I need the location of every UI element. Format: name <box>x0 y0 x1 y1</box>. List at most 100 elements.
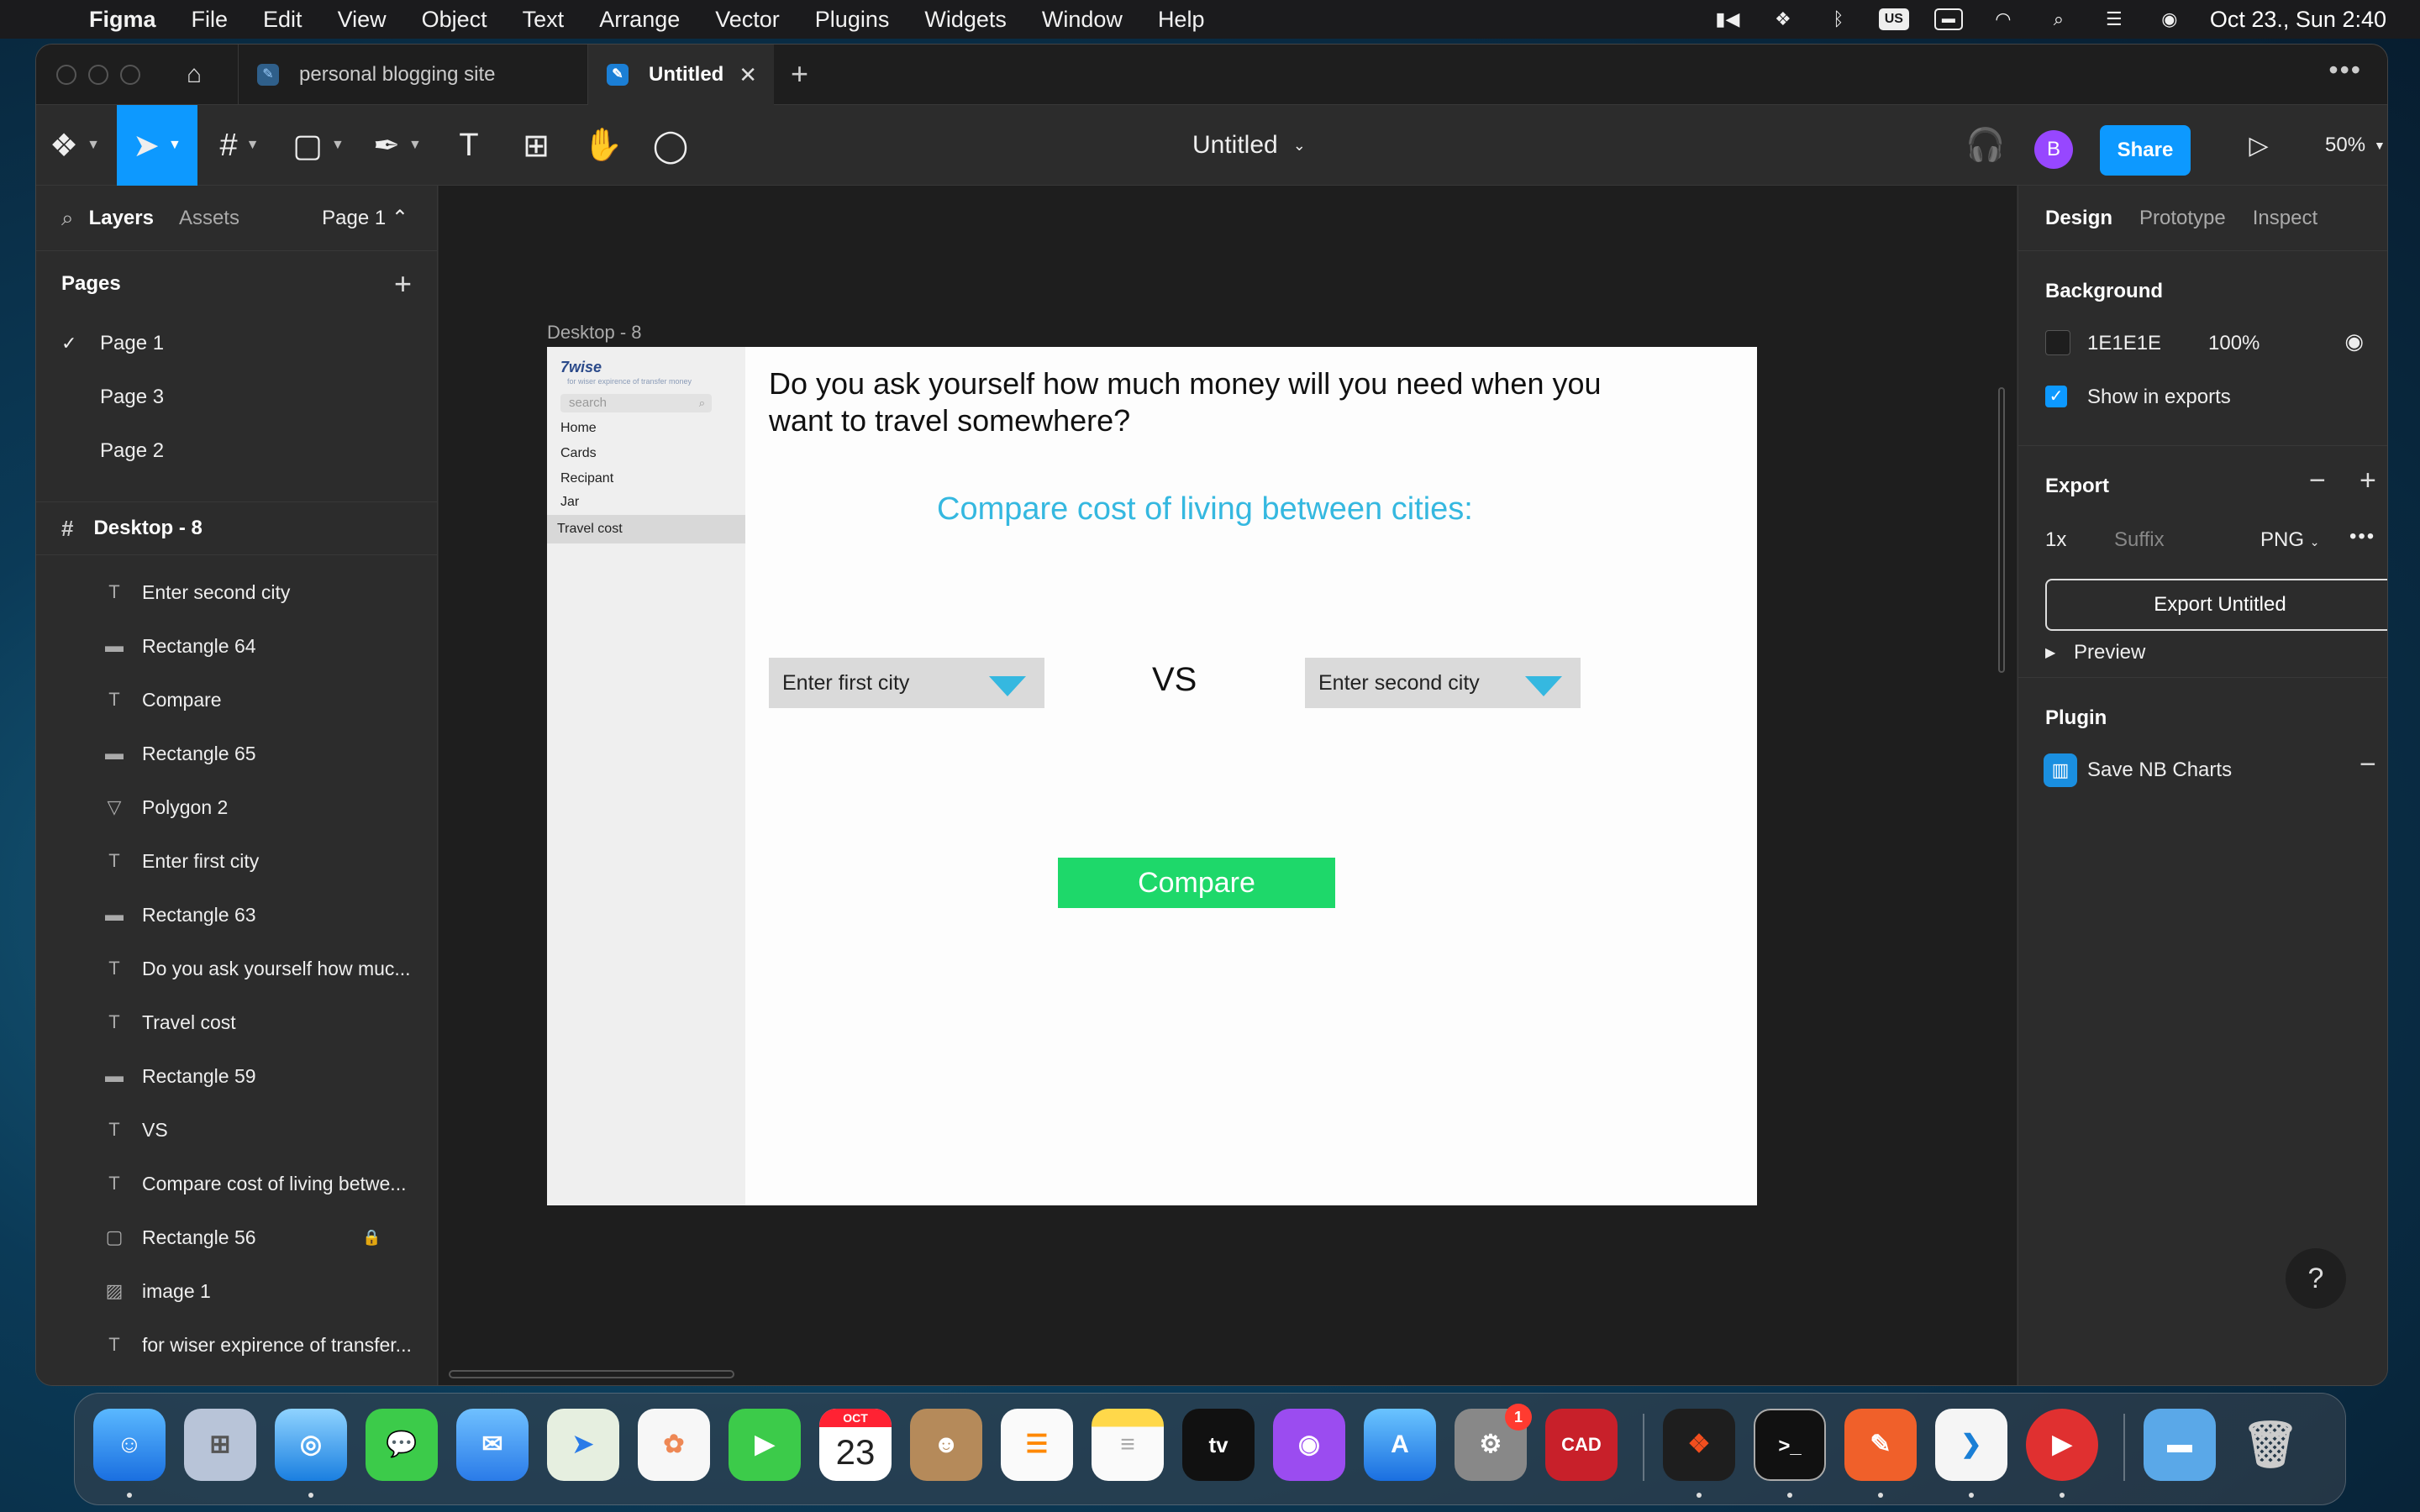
design-sidebar[interactable]: 7wise for wiser expirence of transfer mo… <box>547 347 745 1205</box>
menu-widgets[interactable]: Widgets <box>924 7 1007 33</box>
layer-item[interactable]: ▬ Rectangle 64 <box>36 619 431 673</box>
background-opacity-input[interactable]: 100% <box>2208 332 2260 355</box>
layer-item[interactable]: ▬ Rectangle 65 <box>36 727 431 780</box>
frame-label[interactable]: Desktop - 8 <box>547 322 642 344</box>
design-question-text[interactable]: Do you ask yourself how much money will … <box>769 365 1609 439</box>
mail-icon[interactable]: ✉ <box>456 1409 529 1481</box>
close-tab-icon[interactable]: ✕ <box>739 62 757 88</box>
reminders-icon[interactable]: ☰ <box>1001 1409 1073 1481</box>
menu-view[interactable]: View <box>338 7 387 33</box>
design-nav-cards[interactable]: Cards <box>560 446 597 461</box>
page-item-3[interactable]: Page 3 <box>36 370 437 424</box>
minimize-window-button[interactable] <box>88 65 108 85</box>
contacts-icon[interactable]: ☻ <box>910 1409 982 1481</box>
menu-vector[interactable]: Vector <box>715 7 780 33</box>
layer-item[interactable]: T Enter second city <box>36 565 431 619</box>
finder-icon[interactable]: ☺ <box>93 1409 166 1481</box>
close-window-button[interactable] <box>56 65 76 85</box>
zoom-window-button[interactable] <box>120 65 140 85</box>
tab-layers[interactable]: Layers <box>89 207 154 230</box>
more-icon[interactable]: ••• <box>2328 55 2362 86</box>
photos-icon[interactable]: ✿ <box>638 1409 710 1481</box>
export-suffix-input[interactable]: Suffix <box>2114 528 2165 552</box>
tab-untitled[interactable]: ✎ Untitled ✕ <box>587 45 774 105</box>
terminal-icon[interactable]: >_ <box>1754 1409 1826 1481</box>
show-in-exports-checkbox[interactable]: ✓ <box>2045 386 2067 407</box>
menu-app[interactable]: Figma <box>89 7 156 33</box>
autocad-icon[interactable]: CAD <box>1545 1409 1618 1481</box>
downloads-folder-icon[interactable]: ▬ <box>2144 1409 2216 1481</box>
background-hex-input[interactable]: 1E1E1E <box>2087 332 2161 355</box>
design-second-city-dropdown[interactable]: Enter second city <box>1305 658 1581 708</box>
layer-item[interactable]: T VS <box>36 1103 431 1157</box>
export-scale-select[interactable]: 1x <box>2045 528 2066 552</box>
preview-toggle[interactable]: Preview <box>2074 641 2145 664</box>
podcasts-icon[interactable]: ◉ <box>1273 1409 1345 1481</box>
figma-icon[interactable]: ❖ <box>1663 1409 1735 1481</box>
design-search-field[interactable]: search ⌕ <box>560 394 712 412</box>
tab-design[interactable]: Design <box>2045 207 2112 230</box>
system-settings-icon[interactable]: ⚙ 1 <box>1455 1404 1532 1481</box>
design-nav-recipant[interactable]: Recipant <box>560 471 613 486</box>
layer-item[interactable]: ▢ Rectangle 56 🔒 <box>36 1210 431 1264</box>
search-icon[interactable]: ⌕ <box>2044 8 2074 30</box>
eye-icon[interactable]: ◉ <box>2344 328 2364 354</box>
lock-icon[interactable]: 🔒 <box>362 1229 381 1247</box>
layer-item[interactable]: ▬ Rectangle 59 <box>36 1049 431 1103</box>
bluetooth-icon[interactable]: ᛒ <box>1823 8 1854 30</box>
pen-tool-button[interactable]: ✒ ▼ <box>359 105 436 186</box>
app-store-icon[interactable]: A <box>1364 1409 1436 1481</box>
layer-item[interactable]: ▨ image 1 <box>36 1264 431 1318</box>
menu-text[interactable]: Text <box>523 7 565 33</box>
vscode-icon[interactable]: ❯ <box>1935 1409 2007 1481</box>
main-menu-button[interactable]: ❖ ▼ <box>36 105 113 186</box>
layer-item[interactable]: T Compare cost of living betwe... <box>36 1157 431 1210</box>
launchpad-icon[interactable]: ⊞ <box>184 1409 256 1481</box>
more-icon[interactable]: ••• <box>2349 525 2375 549</box>
facetime-icon[interactable]: ▶ <box>729 1409 801 1481</box>
wifi-icon[interactable]: ◠ <box>1988 8 2018 30</box>
home-icon[interactable]: ⌂ <box>177 58 211 92</box>
frame-tool-button[interactable]: # ▼ <box>201 105 278 186</box>
move-tool-button[interactable]: ➤ ▼ <box>117 105 197 186</box>
disclosure-triangle-icon[interactable]: ▶ <box>2045 644 2055 661</box>
screen-recorder-icon[interactable]: ▶ <box>2026 1409 2098 1481</box>
minus-icon[interactable]: − <box>2309 465 2326 497</box>
tab-prototype[interactable]: Prototype <box>2139 207 2226 230</box>
design-compare-button[interactable]: Compare <box>1058 858 1335 908</box>
new-tab-icon[interactable]: + <box>791 56 808 92</box>
menu-plugins[interactable]: Plugins <box>815 7 890 33</box>
design-frame[interactable]: 7wise for wiser expirence of transfer mo… <box>547 347 1757 1205</box>
figma-status-icon[interactable]: ❖ <box>1768 8 1798 30</box>
camera-icon[interactable]: ▮◀ <box>1712 8 1743 30</box>
siri-icon[interactable]: ◉ <box>2154 8 2185 30</box>
add-page-icon[interactable]: + <box>394 266 412 302</box>
audio-button[interactable]: 🎧 <box>1960 105 2011 186</box>
design-subtitle[interactable]: Compare cost of living between cities: <box>937 491 1473 528</box>
tab-assets[interactable]: Assets <box>179 207 239 230</box>
text-tool-button[interactable]: T <box>439 105 498 186</box>
design-vs-text[interactable]: VS <box>1152 661 1197 699</box>
menu-file[interactable]: File <box>192 7 229 33</box>
page-selector[interactable]: Page 1 ⌃ <box>322 206 408 230</box>
design-nav-travel-cost[interactable]: Travel cost <box>547 515 745 543</box>
design-nav-jar[interactable]: Jar <box>560 495 579 510</box>
layer-item[interactable]: Tfor wiser expirence of transfer... <box>36 1318 431 1372</box>
postman-icon[interactable]: ✎ <box>1844 1409 1917 1481</box>
search-icon[interactable]: ⌕ <box>61 205 74 232</box>
maps-icon[interactable]: ➤ <box>547 1409 619 1481</box>
design-first-city-dropdown[interactable]: Enter first city <box>769 658 1044 708</box>
comment-tool-button[interactable]: ◯ <box>641 105 700 186</box>
resources-tool-button[interactable]: ⊞ <box>507 105 566 186</box>
plugin-name[interactable]: Save NB Charts <box>2087 759 2232 782</box>
keyboard-layout-icon[interactable]: US <box>1878 8 1909 30</box>
layer-item[interactable]: ▬ Rectangle 63 <box>36 888 431 942</box>
trash-icon[interactable]: 🗑 <box>2234 1409 2307 1481</box>
shape-tool-button[interactable]: ▢ ▼ <box>280 105 357 186</box>
control-center-icon[interactable]: ☰ <box>2099 8 2129 30</box>
design-nav-home[interactable]: Home <box>560 421 597 436</box>
horizontal-scrollbar[interactable] <box>449 1370 734 1378</box>
zoom-dropdown[interactable]: 50% ▼ <box>2325 105 2386 186</box>
menu-window[interactable]: Window <box>1042 7 1123 33</box>
avatar[interactable]: B <box>2034 130 2073 169</box>
